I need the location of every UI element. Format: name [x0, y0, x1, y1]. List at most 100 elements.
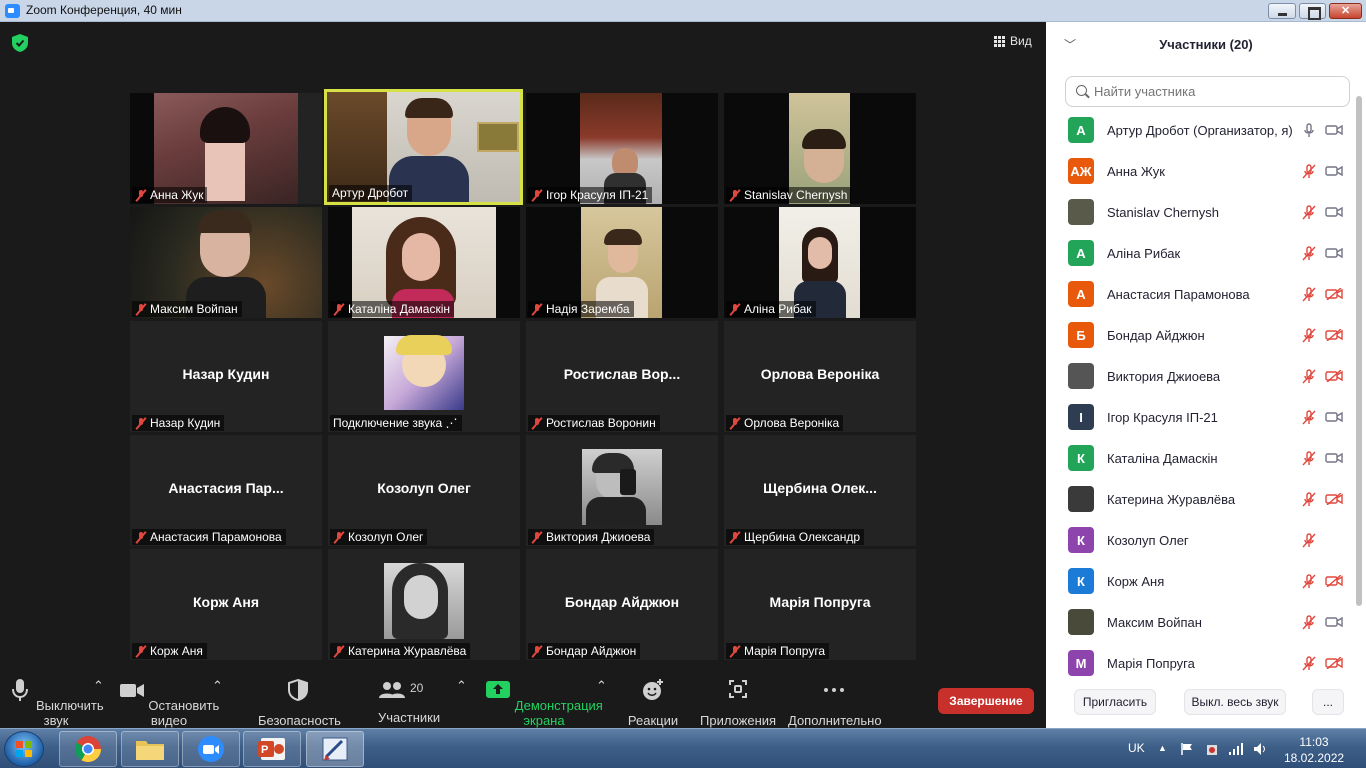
power-warning-icon[interactable] — [1205, 742, 1219, 756]
video-off-icon[interactable] — [1325, 493, 1343, 505]
video-tile[interactable]: Анастасия Пар... Анастасия Парамонова — [130, 435, 322, 546]
scrollbar-thumb[interactable] — [1356, 96, 1362, 606]
mic-muted-icon[interactable] — [1302, 164, 1316, 179]
taskbar-chrome[interactable] — [59, 731, 117, 767]
video-tile[interactable]: Надія Заремба — [526, 207, 718, 318]
participant-row[interactable]: І Ігор Красуля ІП-21 — [1046, 397, 1356, 438]
video-tile[interactable]: Козолуп Олег Козолуп Олег — [328, 435, 520, 546]
video-off-icon[interactable] — [1325, 370, 1343, 382]
video-tile[interactable]: Орлова Вероніка Орлова Вероніка — [724, 321, 916, 432]
video-tile[interactable]: Бондар Айджюн Бондар Айджюн — [526, 549, 718, 660]
mic-muted-icon[interactable] — [1302, 451, 1316, 466]
reactions-button[interactable]: Реакции — [626, 678, 680, 728]
video-tile[interactable]: Ігор Красуля ІП-21 — [526, 93, 718, 204]
action-center-flag-icon[interactable] — [1180, 742, 1194, 756]
participant-row[interactable]: К Каталіна Дамаскін — [1046, 438, 1356, 479]
participant-row[interactable]: АЖ Анна Жук — [1046, 151, 1356, 192]
video-off-icon[interactable] — [1325, 288, 1343, 300]
encryption-shield-icon[interactable] — [12, 34, 28, 52]
video-off-icon[interactable] — [1325, 329, 1343, 341]
language-indicator[interactable]: UK — [1128, 741, 1145, 755]
video-tile[interactable]: Анна Жук — [130, 93, 322, 204]
audio-options-caret[interactable]: ⌃ — [93, 678, 104, 694]
video-camera-icon[interactable] — [1325, 452, 1343, 464]
video-tile[interactable]: Катерина Журавлёва — [328, 549, 520, 660]
mic-muted-icon[interactable] — [1302, 328, 1316, 343]
participant-row[interactable]: К Козолуп Олег — [1046, 520, 1356, 561]
search-participant-input[interactable] — [1065, 76, 1350, 107]
participant-list-scrollbar[interactable] — [1355, 86, 1363, 676]
invite-button[interactable]: Пригласить — [1074, 689, 1156, 715]
participant-row[interactable]: А Аліна Рибак — [1046, 233, 1356, 274]
participant-row[interactable]: Катерина Журавлёва — [1046, 479, 1356, 520]
video-tile[interactable]: Каталіна Дамаскін — [328, 207, 520, 318]
mic-muted-icon[interactable] — [1302, 533, 1316, 548]
participants-options-caret[interactable]: ⌃ — [456, 678, 467, 694]
taskbar-zoom[interactable] — [182, 731, 240, 767]
taskbar-explorer[interactable] — [121, 731, 179, 767]
stop-video-button[interactable]: Остановить видео — [116, 678, 222, 728]
security-button[interactable]: Безопасность — [258, 678, 341, 728]
taskbar-clock[interactable]: 11:03 18.02.2022 — [1284, 734, 1344, 766]
close-button[interactable] — [1329, 3, 1362, 19]
video-off-icon[interactable] — [1325, 657, 1343, 669]
apps-button[interactable]: Приложения — [700, 678, 776, 728]
video-camera-icon[interactable] — [1325, 247, 1343, 259]
mute-button[interactable]: Выключить звук — [8, 678, 104, 728]
video-camera-icon[interactable] — [1325, 411, 1343, 423]
mic-muted-icon[interactable] — [1302, 369, 1316, 384]
video-tile[interactable]: Подключение звука ⋰ — [328, 321, 520, 432]
mic-muted-icon[interactable] — [1302, 205, 1316, 220]
video-camera-icon[interactable] — [1325, 124, 1343, 136]
mic-muted-icon[interactable] — [1302, 574, 1316, 589]
mic-muted-icon[interactable] — [1302, 492, 1316, 507]
video-tile[interactable]: Максим Войпан — [130, 207, 322, 318]
video-tile[interactable]: Назар Кудин Назар Кудин — [130, 321, 322, 432]
video-tile[interactable]: Аліна Рибак — [724, 207, 916, 318]
participant-row[interactable]: Б Бондар Айджюн — [1046, 315, 1356, 356]
participant-row[interactable]: К Корж Аня — [1046, 561, 1356, 602]
participant-row[interactable]: М Марія Попруга — [1046, 643, 1356, 684]
video-camera-icon — [119, 684, 144, 697]
video-tile[interactable]: Корж Аня Корж Аня — [130, 549, 322, 660]
mute-all-button[interactable]: Выкл. весь звук — [1184, 689, 1286, 715]
participant-row[interactable]: А Артур Дробот (Организатор, я) — [1046, 110, 1356, 151]
share-screen-button[interactable]: Демонстрация экрана — [480, 678, 608, 728]
video-tile[interactable]: Stanislav Chernysh — [724, 93, 916, 204]
video-off-icon[interactable] — [1325, 575, 1343, 587]
panel-more-button[interactable]: ... — [1312, 689, 1344, 715]
maximize-button[interactable] — [1299, 3, 1326, 20]
taskbar-paint[interactable] — [306, 731, 364, 767]
share-options-caret[interactable]: ⌃ — [596, 678, 607, 694]
video-camera-icon[interactable] — [1325, 165, 1343, 177]
more-button[interactable]: Дополнительно — [788, 678, 882, 728]
video-options-caret[interactable]: ⌃ — [212, 678, 223, 694]
volume-icon[interactable] — [1253, 742, 1269, 756]
network-signal-icon[interactable] — [1228, 742, 1244, 756]
mic-muted-icon[interactable] — [1302, 656, 1316, 671]
participant-row[interactable]: А Анастасия Парамонова — [1046, 274, 1356, 315]
video-camera-icon[interactable] — [1325, 616, 1343, 628]
video-tile[interactable]: Щербина Олек... Щербина Олександр — [724, 435, 916, 546]
mic-muted-icon[interactable] — [1302, 615, 1316, 630]
participant-label: Орлова Вероніка — [726, 415, 844, 431]
video-tile[interactable]: Ростислав Вор... Ростислав Воронин — [526, 321, 718, 432]
participant-row[interactable]: Максим Войпан — [1046, 602, 1356, 643]
video-tile-active-speaker[interactable]: Артур Дробот — [324, 89, 523, 205]
tray-expand-icon[interactable]: ▲ — [1158, 743, 1167, 753]
taskbar-powerpoint[interactable]: P — [243, 731, 301, 767]
video-camera-icon[interactable] — [1325, 206, 1343, 218]
view-button[interactable]: Вид — [994, 34, 1032, 48]
mic-muted-icon[interactable] — [1302, 287, 1316, 302]
mic-muted-icon[interactable] — [1302, 410, 1316, 425]
video-tile[interactable]: Марія Попруга Марія Попруга — [724, 549, 916, 660]
participant-row[interactable]: Виктория Джиоева — [1046, 356, 1356, 397]
participants-button[interactable]: 20 Участники — [378, 678, 440, 725]
start-button[interactable] — [4, 731, 44, 767]
end-meeting-button[interactable]: Завершение — [938, 688, 1034, 714]
mic-muted-icon[interactable] — [1302, 246, 1316, 261]
minimize-button[interactable] — [1268, 3, 1296, 19]
microphone-icon[interactable] — [1302, 123, 1316, 138]
participant-row[interactable]: Stanislav Chernysh — [1046, 192, 1356, 233]
video-tile[interactable]: Виктория Джиоева — [526, 435, 718, 546]
